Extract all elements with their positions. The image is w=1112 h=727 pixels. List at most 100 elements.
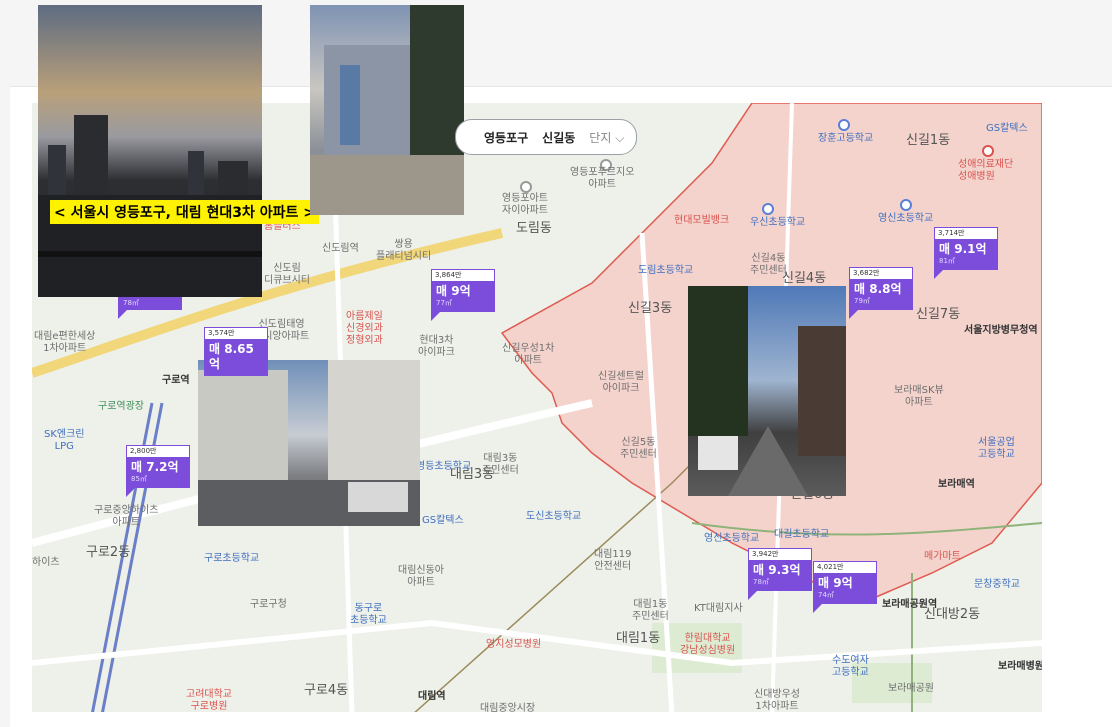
marker-tail [849,310,858,319]
label-gs: GS칼텍스 [986,123,1028,134]
label-janghun: 장훈고등학교 [818,133,874,144]
label-sudo: 수도여자 고등학교 [832,655,869,678]
price-marker[interactable]: 78㎡ [118,297,182,319]
label-guro4: 구로4동 [304,683,349,698]
label-guro-heights: 구로중앙하이츠 아파트 [94,505,159,528]
marker-area: 79㎡ [854,297,870,305]
label-singil-woosung: 신길우성1차 아파트 [502,343,555,366]
price-marker[interactable]: 3,682만 매 8.8억 79㎡ [849,267,913,319]
skyline-silhouette [38,115,262,297]
label-ssangyong: 쌍용 플래티넘시티 [376,239,432,262]
label-dosin: 도신초등학교 [526,511,582,522]
label-boramae-hospital: 보라매병원 [998,661,1042,672]
marker-price: 매 9억 [436,284,471,298]
photo-caption: < 서울시 영등포구, 대림 현대3차 아파트 > [50,200,319,224]
label-daerim119: 대림119 안전센터 [594,549,632,572]
label-ydp-xi: 영등포아트 자이아파트 [502,193,548,216]
label-yeongji: 영지성모병원 [486,639,542,650]
label-mega: 메가마트 [924,551,961,562]
filter-dong[interactable]: 신길동 [542,129,575,146]
label-yeongsin-cho: 영신초등학교 [704,533,760,544]
region-filter[interactable]: 영등포구 신길동 단지 ⌵ [455,119,638,155]
label-heights: 하이츠 [32,557,60,568]
label-guro-school: 구로초등학교 [204,553,260,564]
label-boramae-sk: 보라매SK뷰 아파트 [894,385,944,408]
label-hyundai-bank: 현대모빌뱅크 [674,215,730,226]
label-daerim1: 대림1동 [616,631,661,646]
marker-tail [934,270,943,279]
price-marker[interactable]: 2,800만 매 7.2억 85㎡ [126,445,190,497]
label-gs2: GS칼텍스 [422,515,464,526]
marker-price: 매 8.8억 [854,282,902,296]
label-sk-lpg: SK엔크린 LPG [44,429,85,452]
marker-price: 매 7.2억 [131,460,179,474]
marker-price: 매 9억 [818,576,853,590]
marker-tail [431,312,440,321]
school-pin [838,119,850,131]
marker-unit-price: 3,864만 [431,269,495,281]
price-marker[interactable]: 4,021만 매 9억 74㎡ [813,561,877,613]
label-dong-guro: 동구로 초등학교 [350,603,387,626]
filter-district[interactable]: 영등포구 [484,129,528,146]
chevron-down-icon: ⌵ [615,130,625,145]
label-singil-central: 신길센트럴 아이파크 [598,371,644,394]
label-daegil: 대길초등학교 [774,529,830,540]
label-areum: 아름제일 신경외과 정형외과 [346,311,383,346]
label-korea-univ: 고려대학교 구로병원 [186,689,232,712]
label-boramae-green: 보라매공원 [888,683,934,694]
marker-price: 매 8.65억 [209,342,254,371]
label-daerim3-center: 대림3동 주민센터 [482,453,519,476]
label-daerim-station: 대림역 [418,691,446,702]
marker-area: 77㎡ [436,299,452,307]
marker-unit-price: 4,021만 [813,561,877,573]
street-silhouette [688,286,846,496]
marker-unit-price: 3,574만 [204,327,268,339]
price-marker[interactable]: 3,714만 매 9.1억 81㎡ [934,227,998,279]
label-singil1: 신길1동 [906,133,951,148]
photo-apartments [198,360,420,526]
label-singil4-center: 신길4동 주민센터 [750,253,787,276]
marker-area: 85㎡ [131,475,147,483]
label-guro-office: 구로구청 [250,599,287,610]
marker-area: 78㎡ [753,578,769,586]
label-kt: KT대림지사 [694,603,743,614]
label-yeongdeung-cho: 영등초등학교 [416,461,472,472]
price-marker[interactable]: 3,864만 매 9억 77㎡ [431,269,495,321]
label-seongae: 성애의료재단 성애병원 [958,159,1014,182]
marker-area: 78㎡ [123,299,139,307]
hospital-pin [982,145,994,157]
apartments-silhouette [198,360,420,526]
label-sindorim-dq: 신도림 디큐브시티 [264,263,310,286]
label-dorim-school: 도림초등학교 [638,265,694,276]
price-marker[interactable]: 3,574만 매 8.65억 [204,327,268,376]
marker-area: 74㎡ [818,591,834,599]
marker-tail [748,591,757,600]
label-yeongsin: 영신초등학교 [878,213,934,224]
marker-tail [118,310,127,319]
marker-unit-price: 3,682만 [849,267,913,279]
filter-type[interactable]: 단지 ⌵ [589,129,624,146]
label-singil7: 신길7동 [916,307,961,322]
label-boramae-park-station: 보라매공원역 [882,599,938,610]
label-guro2: 구로2동 [86,545,131,560]
label-dorim: 도림동 [516,221,552,236]
photo-skyline [38,5,262,297]
label-singil4: 신길4동 [782,271,827,286]
label-ydp-prugio: 영등포푸르지오 아파트 [570,167,635,190]
building-silhouette [310,5,464,215]
label-sindorim-station: 신도림역 [322,243,359,254]
label-usin: 우신초등학교 [750,217,806,228]
label-boramae-station: 보라매역 [938,479,975,490]
label-hyundai3: 현대3차 아이파크 [418,335,455,358]
label-daerim-epyeon: 대림e편한세상 1차아파트 [34,331,96,354]
label-guro-station: 구로역 [162,375,190,386]
label-singil3: 신길3동 [628,301,673,316]
label-singil5: 신길5동 주민센터 [620,437,657,460]
marker-price: 매 9.3억 [753,563,801,577]
photo-street [688,286,846,496]
label-seoul-tech: 서울공업 고등학교 [978,437,1015,460]
marker-tail [126,488,135,497]
apartment-pin [520,181,532,193]
label-munchang: 문창중학교 [974,579,1020,590]
price-marker[interactable]: 3,942만 매 9.3억 78㎡ [748,548,812,600]
